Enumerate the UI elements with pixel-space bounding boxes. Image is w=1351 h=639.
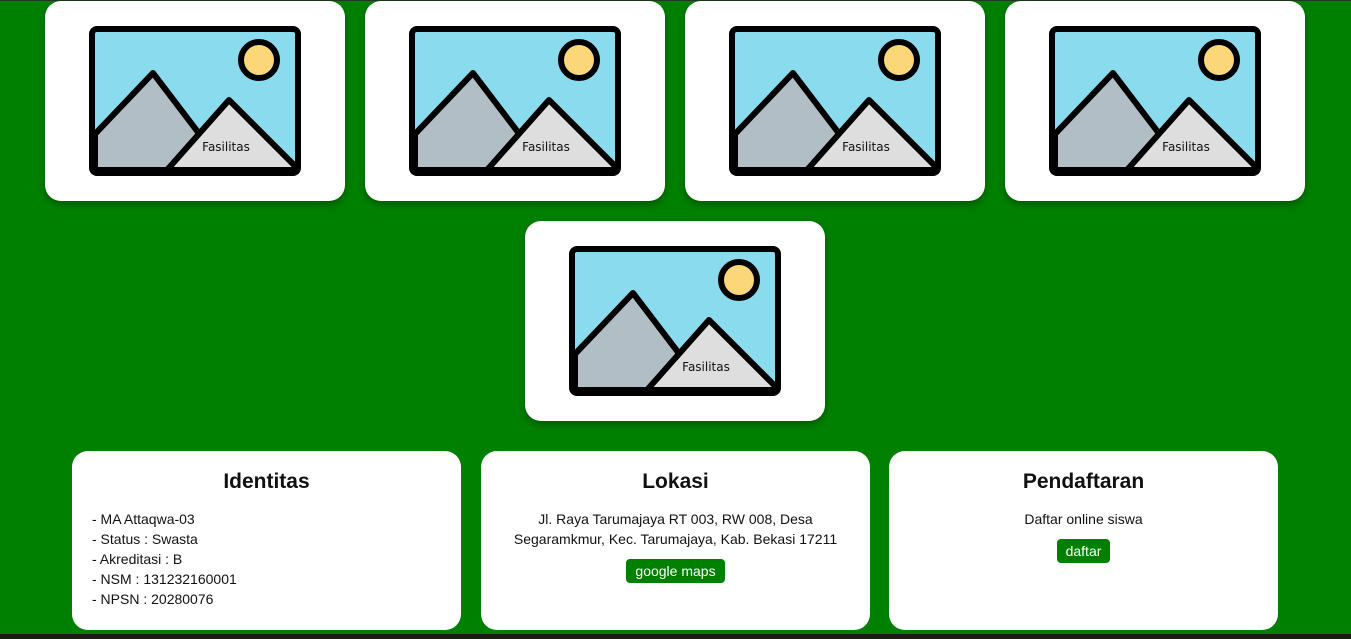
identitas-item: - MA Attaqwa-03 <box>92 511 195 527</box>
gallery-card-2[interactable]: Fasilitas <box>365 1 665 201</box>
fasilitas-label: Fasilitas <box>1162 140 1210 154</box>
daftar-button[interactable]: daftar <box>1056 539 1111 563</box>
google-maps-button[interactable]: google maps <box>626 559 725 583</box>
identitas-title: Identitas <box>223 470 310 493</box>
image-placeholder-icon: Fasilitas <box>1049 26 1261 176</box>
fasilitas-label: Fasilitas <box>202 140 250 154</box>
fasilitas-label: Fasilitas <box>842 140 890 154</box>
lokasi-address: Jl. Raya Tarumajaya RT 003, RW 008, Desa… <box>513 511 838 547</box>
fasilitas-label: Fasilitas <box>522 140 570 154</box>
pendaftaran-text: Daftar online siswa <box>1024 511 1143 527</box>
image-placeholder-icon: Fasilitas <box>729 26 941 176</box>
identitas-card: Identitas - MA Attaqwa-03 - Status : Swa… <box>72 451 461 630</box>
lokasi-card: Lokasi Jl. Raya Tarumajaya RT 003, RW 00… <box>481 451 870 630</box>
identitas-item: - Status : Swasta <box>92 531 198 547</box>
gallery-card-4[interactable]: Fasilitas <box>1005 1 1305 201</box>
gallery-card-1[interactable]: Fasilitas <box>45 1 345 201</box>
lokasi-title: Lokasi <box>642 470 709 493</box>
identitas-item: - NPSN : 20280076 <box>92 591 214 607</box>
identitas-list: - MA Attaqwa-03 - Status : Swasta - Akre… <box>92 509 441 609</box>
identitas-item: - NSM : 131232160001 <box>92 571 237 587</box>
pendaftaran-card: Pendaftaran Daftar online siswa daftar <box>889 451 1278 630</box>
fasilitas-label: Fasilitas <box>682 360 730 374</box>
pendaftaran-title: Pendaftaran <box>1022 470 1145 493</box>
gallery-card-3[interactable]: Fasilitas <box>685 1 985 201</box>
identitas-item: - Akreditasi : B <box>92 551 183 567</box>
image-placeholder-icon: Fasilitas <box>89 26 301 176</box>
image-placeholder-icon: Fasilitas <box>409 26 621 176</box>
image-placeholder-icon: Fasilitas <box>569 246 781 396</box>
bottom-edge <box>0 634 1351 639</box>
gallery-card-5[interactable]: Fasilitas <box>525 221 825 421</box>
